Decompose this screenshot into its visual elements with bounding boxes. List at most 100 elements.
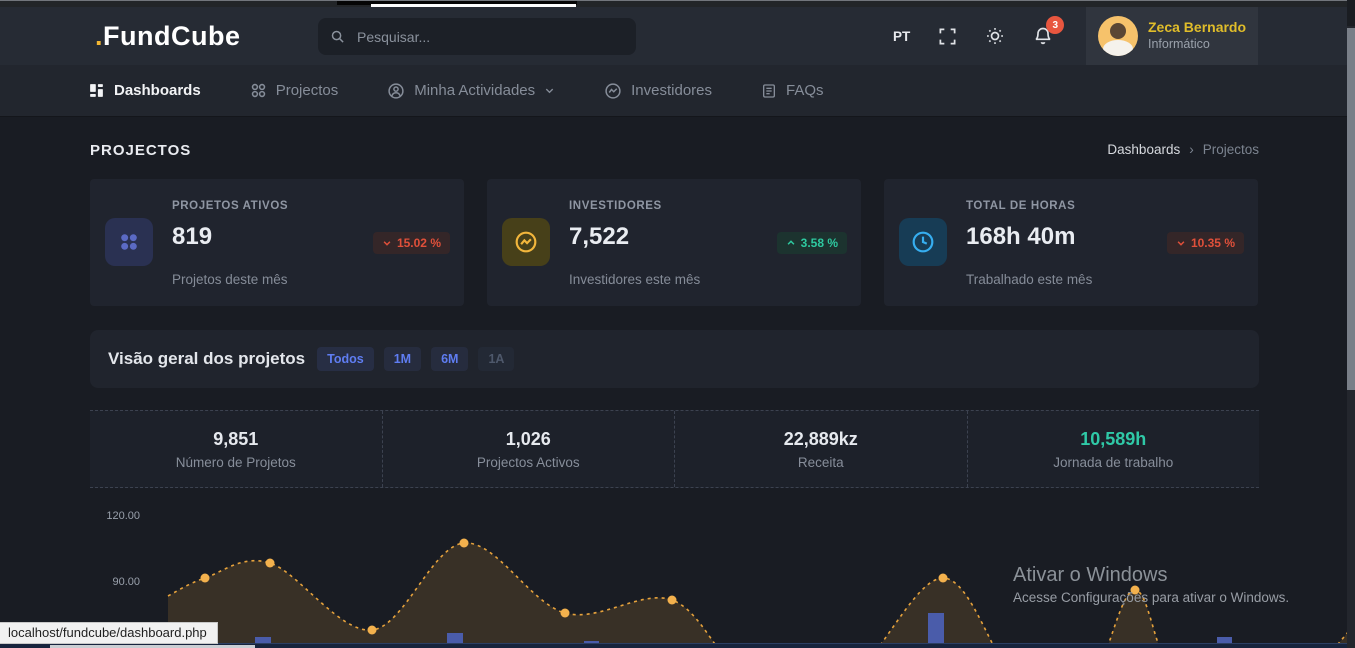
stat-card-projetos-ativos: PROJETOS ATIVOS 819 15.02 % Projetos des… (90, 179, 464, 306)
stat-card-value: 7,522 (569, 223, 629, 251)
stat-card-label: TOTAL DE HORAS (966, 200, 1075, 212)
filter-6m[interactable]: 6M (431, 347, 468, 371)
nav-item-investidores[interactable]: Investidores (604, 82, 712, 100)
chart-data-point (939, 574, 948, 583)
stat-card-sub: Investidores este mês (569, 272, 700, 287)
filter-todos[interactable]: Todos (317, 347, 374, 371)
summary-value: 22,889kz (784, 429, 858, 450)
y-axis-tick-120: 120.00 (80, 510, 140, 522)
fundcube-dashboard: .FundCube PT 3 Zeca Bernardo Informático (0, 0, 1355, 648)
breadcrumb-current: Projectos (1203, 142, 1259, 157)
chevron-down-icon (544, 85, 555, 96)
filter-1m[interactable]: 1M (384, 347, 421, 371)
sun-icon (985, 26, 1005, 46)
summary-value: 9,851 (213, 429, 258, 450)
summary-label: Projectos Activos (477, 455, 580, 470)
browser-tab-strip (0, 1, 1355, 7)
breadcrumb-separator: › (1189, 142, 1194, 157)
nav-item-projectos[interactable]: Projectos (250, 82, 339, 99)
arrow-up-icon (786, 238, 796, 248)
y-axis-tick-90: 90.00 (80, 576, 140, 588)
watermark-title: Ativar o Windows (1013, 564, 1289, 587)
chart-data-point (460, 539, 469, 548)
fullscreen-icon (938, 27, 957, 46)
theme-toggle-button[interactable] (984, 25, 1006, 47)
summary-value: 10,589h (1080, 429, 1146, 450)
stat-card-label: PROJETOS ATIVOS (172, 200, 288, 212)
stat-card-investidores: INVESTIDORES 7,522 3.58 % Investidores e… (487, 179, 861, 306)
notifications-button[interactable]: 3 (1032, 25, 1054, 47)
user-role: Informático (1148, 37, 1246, 53)
nav-label: Minha Actividades (414, 82, 535, 99)
summary-value: 1,026 (506, 429, 551, 450)
delta-value: 3.58 % (801, 236, 838, 250)
fullscreen-button[interactable] (936, 25, 958, 47)
watermark-subtitle: Acesse Configurações para ativar o Windo… (1013, 590, 1289, 605)
overview-title: Visão geral dos projetos (108, 349, 305, 369)
faq-document-icon (761, 83, 777, 99)
user-menu[interactable]: Zeca Bernardo Informático (1086, 7, 1258, 65)
nav-item-faqs[interactable]: FAQs (761, 82, 824, 99)
summary-label: Receita (798, 455, 844, 470)
app-header: .FundCube PT 3 Zeca Bernardo Informático (0, 7, 1355, 65)
chart-data-point (368, 626, 377, 635)
nav-label: Investidores (631, 82, 712, 99)
arrow-down-icon (1176, 238, 1186, 248)
user-name: Zeca Bernardo (1148, 19, 1246, 37)
app-logo[interactable]: .FundCube (95, 21, 241, 52)
main-nav: Dashboards Projectos Minha Actividades I… (0, 65, 1355, 117)
breadcrumb-parent[interactable]: Dashboards (1107, 142, 1180, 157)
vertical-scrollbar[interactable] (1347, 0, 1355, 648)
browser-status-url: localhost/fundcube/dashboard.php (0, 622, 218, 644)
summary-label: Jornada de trabalho (1053, 455, 1173, 470)
clock-icon (899, 218, 947, 266)
window-top-edge (0, 0, 1355, 1)
delta-badge-down: 15.02 % (373, 232, 450, 254)
avatar (1098, 16, 1138, 56)
active-projects-icon (105, 218, 153, 266)
summary-numero-projetos: 9,851 Número de Projetos (90, 411, 383, 487)
delta-value: 15.02 % (397, 236, 441, 250)
stat-card-value: 819 (172, 223, 212, 251)
vertical-scrollbar-thumb[interactable] (1347, 28, 1355, 390)
summary-stats-row: 9,851 Número de Projetos 1,026 Projectos… (90, 410, 1259, 488)
summary-projectos-activos: 1,026 Projectos Activos (383, 411, 676, 487)
nav-label: FAQs (786, 82, 824, 99)
chart-data-point (668, 596, 677, 605)
language-switcher[interactable]: PT (893, 29, 910, 44)
chart-data-point (266, 559, 275, 568)
stat-card-value: 168h 40m (966, 223, 1075, 251)
stat-card-sub: Projetos deste mês (172, 272, 288, 287)
nav-label: Dashboards (114, 82, 201, 99)
overview-panel: Visão geral dos projetos Todos 1M 6M 1A (90, 330, 1259, 388)
nav-item-minha-actividades[interactable]: Minha Actividades (387, 82, 555, 100)
delta-value: 10.35 % (1191, 236, 1235, 250)
summary-jornada-trabalho: 10,589h Jornada de trabalho (968, 411, 1260, 487)
logo-dot: . (95, 21, 103, 51)
filter-1a[interactable]: 1A (478, 347, 514, 371)
summary-receita: 22,889kz Receita (675, 411, 968, 487)
nav-label: Projectos (276, 82, 339, 99)
stat-card-label: INVESTIDORES (569, 200, 662, 212)
arrow-down-icon (382, 238, 392, 248)
logo-text: FundCube (103, 21, 240, 51)
search-icon (330, 29, 345, 44)
browser-tab-highlight (371, 4, 576, 7)
summary-label: Número de Projetos (176, 455, 296, 470)
header-actions: PT 3 (893, 7, 1054, 65)
search-box[interactable] (318, 18, 636, 55)
windows-activation-watermark: Ativar o Windows Acesse Configurações pa… (1013, 564, 1289, 605)
page-title: PROJECTOS (90, 142, 191, 159)
nav-item-dashboards[interactable]: Dashboards (88, 82, 201, 99)
stat-card-sub: Trabalhado este mês (966, 272, 1092, 287)
investors-icon (502, 218, 550, 266)
scrollbar-top-button[interactable] (1347, 0, 1355, 26)
stat-card-total-horas: TOTAL DE HORAS 168h 40m 10.35 % Trabalha… (884, 179, 1258, 306)
search-input[interactable] (355, 28, 624, 46)
user-circle-icon (387, 82, 405, 100)
chart-data-point (201, 574, 210, 583)
chart-data-point (561, 609, 570, 618)
breadcrumb: Dashboards › Projectos (1107, 142, 1259, 157)
projects-circles-icon (250, 82, 267, 99)
dashboard-grid-icon (88, 82, 105, 99)
